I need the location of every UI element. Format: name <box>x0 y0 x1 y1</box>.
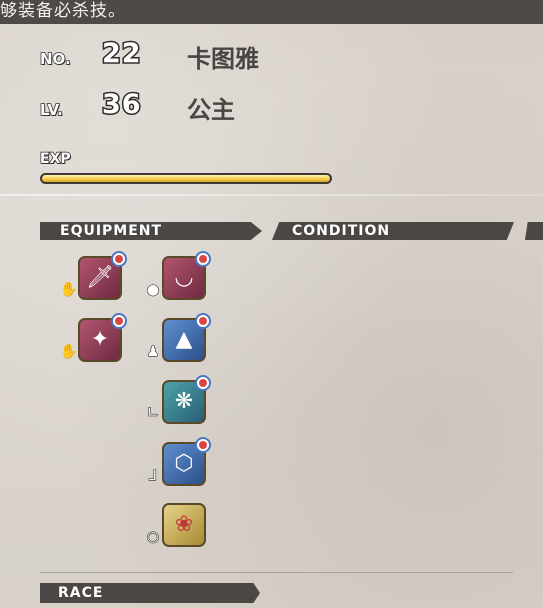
character-title: 公主 <box>187 96 235 124</box>
top-message: 够装备必杀技。 <box>0 1 126 21</box>
dress-icon: ▲ <box>175 327 193 352</box>
upgrade-badge-icon <box>195 251 211 267</box>
hand-icon: ✋ <box>60 281 79 298</box>
no-label: NO. <box>39 49 71 69</box>
character-level: 36 <box>101 88 143 122</box>
arm-icon: ∟ <box>147 404 160 421</box>
upgrade-badge-icon <box>111 251 127 267</box>
circlet-icon: ◡ <box>174 265 194 290</box>
character-number: 22 <box>101 37 143 71</box>
equipment-slot-weapon-2[interactable]: ✦ <box>78 313 127 362</box>
tab-equipment[interactable]: EQUIPMENT <box>40 222 262 240</box>
upgrade-badge-icon <box>195 437 211 453</box>
foot-icon: ⅃ <box>148 467 157 484</box>
section-divider <box>0 194 543 196</box>
parchment-background <box>0 0 543 608</box>
equipment-slot-armor-hands[interactable]: ❋ <box>162 375 211 424</box>
sword-icon: 🗡 <box>86 265 114 290</box>
equipment-slot-armor-feet[interactable]: ⬡ <box>162 437 211 486</box>
head-icon: ● <box>146 281 160 298</box>
body-icon: ♟ <box>146 343 160 360</box>
top-message-bar: 够装备必杀技。 <box>0 0 543 24</box>
equipment-slot-accessory-ring[interactable]: ❀ <box>162 503 206 547</box>
ring-icon: ❀ <box>174 512 194 537</box>
hand-icon: ✋ <box>60 343 79 360</box>
gloves-icon: ❋ <box>174 389 194 414</box>
upgrade-badge-icon <box>195 375 211 391</box>
equipment-slot-weapon-1[interactable]: 🗡 <box>78 251 127 300</box>
bottom-divider <box>40 572 513 573</box>
equipment-slot-accessory-head[interactable]: ◡ <box>162 251 211 300</box>
upgrade-badge-icon <box>111 313 127 329</box>
tab-race[interactable]: RACE <box>40 583 260 603</box>
exp-bar-fill <box>42 175 330 182</box>
equipment-slot-armor-body[interactable]: ▲ <box>162 313 211 362</box>
tab-condition[interactable]: CONDITION <box>272 222 514 240</box>
character-name: 卡图雅 <box>187 45 259 73</box>
level-label: LV. <box>39 100 63 120</box>
exp-label: EXP <box>39 150 71 168</box>
upgrade-badge-icon <box>195 313 211 329</box>
wand-icon: ✦ <box>90 327 110 352</box>
ring-type-icon: ○ <box>146 528 160 545</box>
shoes-icon: ⬡ <box>174 451 194 476</box>
tab-next[interactable] <box>525 222 543 240</box>
